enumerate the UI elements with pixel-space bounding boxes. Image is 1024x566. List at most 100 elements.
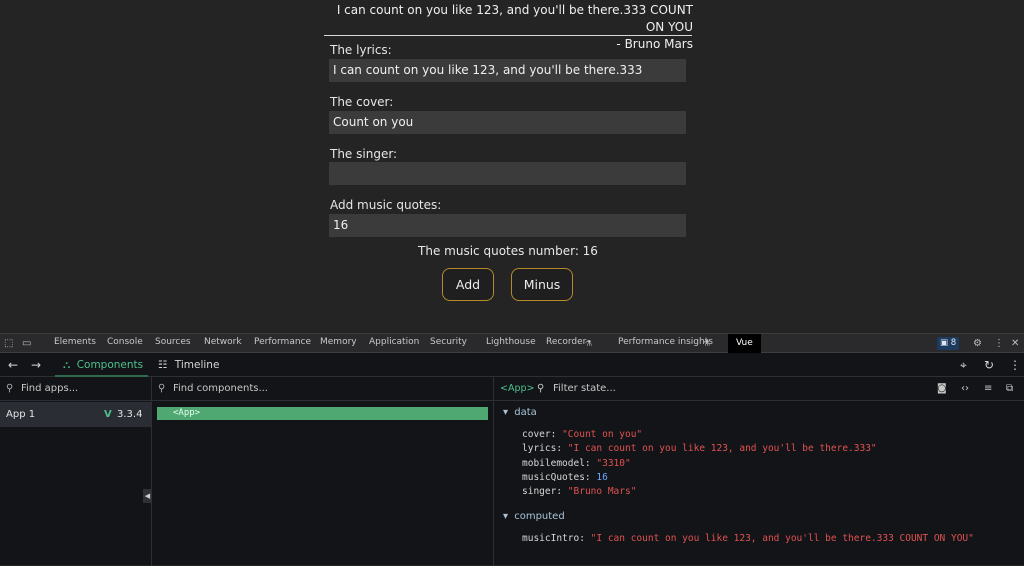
search-icon: ⚲ <box>6 383 14 394</box>
tab-recorder[interactable]: Recorder <box>546 337 586 347</box>
tab-lighthouse[interactable]: Lighthouse <box>486 337 536 347</box>
state-value: "Bruno Mars" <box>567 486 637 498</box>
tab-performance-insights[interactable]: Performance insights <box>618 337 713 347</box>
timeline-label: Timeline <box>174 359 220 371</box>
find-components-search[interactable]: ⚲ Find components... <box>152 377 493 401</box>
tab-network[interactable]: Network <box>204 337 242 347</box>
open-in-editor-icon[interactable]: ⧉ <box>1006 377 1013 401</box>
add-button[interactable]: Add <box>442 268 494 301</box>
tab-timeline[interactable]: ☷ Timeline <box>158 353 219 377</box>
flask-icon: ⚗ <box>703 339 711 348</box>
state-value: "I can count on you like 123, and you'll… <box>590 533 974 544</box>
tab-security[interactable]: Security <box>430 337 467 347</box>
key-separator: : <box>556 486 568 498</box>
quote-text: I can count on you like 123, and you'll … <box>336 3 693 34</box>
key-separator: : <box>584 471 597 483</box>
state-row[interactable]: mobilemodel: "3310" <box>522 458 631 469</box>
more-menu-icon[interactable]: ⋮ <box>1009 353 1021 377</box>
state-value: 16 <box>596 471 608 483</box>
cover-input[interactable] <box>329 111 686 134</box>
tab-components[interactable]: ⛬ Components <box>63 353 143 377</box>
app-page: I can count on you like 123, and you'll … <box>0 0 1024 333</box>
cover-label: The cover: <box>330 95 394 109</box>
more-options-icon[interactable]: ⋮ <box>994 334 1004 353</box>
select-component-icon[interactable]: ⌖ <box>960 353 967 377</box>
state-row[interactable]: cover: "Count on you" <box>522 429 642 440</box>
music-quotes-input[interactable] <box>329 214 686 237</box>
selected-component-name: <App> <box>500 383 535 394</box>
expand-arrow-icon: ▾ <box>503 407 509 418</box>
state-key: singer <box>522 486 557 498</box>
computed-heading: computed <box>514 511 565 522</box>
collapse-pane-icon[interactable]: ◀ <box>143 489 152 503</box>
minus-button[interactable]: Minus <box>511 268 573 301</box>
vue-logo-icon: V <box>104 409 112 420</box>
tab-application[interactable]: Application <box>369 337 419 347</box>
close-devtools-icon[interactable]: ✕ <box>1011 334 1019 353</box>
state-value: "I can count on you like 123, and you'll… <box>567 443 877 455</box>
find-apps-input[interactable]: Find apps... <box>21 377 78 401</box>
inspect-dom-icon[interactable]: ≡ <box>984 377 992 401</box>
expand-arrow-icon: ▾ <box>503 511 509 522</box>
tab-vue[interactable]: Vue <box>728 334 761 353</box>
state-inspector-header: <App> ⚲ Filter state... ◙ ‹› ≡ ⧉ <box>494 377 1024 401</box>
pane-divider <box>493 377 494 566</box>
data-heading: data <box>514 407 537 418</box>
issues-badge[interactable]: ▣ 8 <box>937 337 960 350</box>
tab-sources[interactable]: Sources <box>155 337 191 347</box>
pane-divider <box>151 377 152 566</box>
lyrics-input[interactable] <box>329 59 686 82</box>
quote-divider <box>324 35 692 36</box>
state-row[interactable]: musicIntro: "I can count on you like 123… <box>522 533 974 544</box>
state-value: "Count on you" <box>562 429 643 440</box>
music-quotes-count: The music quotes number: 16 <box>418 244 598 258</box>
app-name: App 1 <box>6 409 36 420</box>
singer-input[interactable] <box>329 162 686 185</box>
inspect-element-icon[interactable]: ⬚ <box>4 334 13 353</box>
forward-arrow-icon[interactable]: → <box>31 353 41 377</box>
state-key: musicIntro <box>522 533 580 544</box>
devtools-tab-bar: ⬚ ▭ Elements Console Sources Network Per… <box>0 334 1024 353</box>
tab-memory[interactable]: Memory <box>320 337 357 347</box>
tab-performance[interactable]: Performance <box>254 337 311 347</box>
music-quotes-label: Add music quotes: <box>330 198 442 212</box>
computed-section-toggle[interactable]: ▾ computed <box>503 511 565 522</box>
components-label: Components <box>76 359 144 371</box>
tab-console[interactable]: Console <box>107 337 143 347</box>
back-arrow-icon[interactable]: ← <box>8 353 18 377</box>
data-section-toggle[interactable]: ▾ data <box>503 407 537 418</box>
app-list-item[interactable]: App 1 V 3.3.4 <box>0 402 151 427</box>
state-key: mobilemodel <box>522 457 585 469</box>
singer-label: The singer: <box>330 147 398 161</box>
key-separator: : <box>579 533 591 544</box>
show-render-code-icon[interactable]: ‹› <box>961 377 969 401</box>
key-separator: : <box>584 457 597 469</box>
timeline-icon: ☷ <box>158 359 168 371</box>
filter-state-input[interactable]: Filter state... <box>553 377 616 401</box>
devtools-panel: ⬚ ▭ Elements Console Sources Network Per… <box>0 333 1024 566</box>
components-icon: ⛬ <box>63 359 71 371</box>
state-key: lyrics <box>522 443 557 455</box>
key-separator: : <box>556 443 568 455</box>
find-apps-search[interactable]: ⚲ Find apps... <box>0 377 151 401</box>
state-key: musicQuotes <box>522 471 585 483</box>
scroll-to-component-icon[interactable]: ◙ <box>937 377 947 401</box>
state-key: cover <box>522 429 551 440</box>
device-toolbar-icon[interactable]: ▭ <box>22 334 31 353</box>
lyrics-label: The lyrics: <box>330 43 392 57</box>
find-components-input[interactable]: Find components... <box>173 377 268 401</box>
vue-toolbar: ← → ⛬ Components ☷ Timeline ⌖ ↻ ⋮ <box>0 353 1024 377</box>
search-icon: ⚲ <box>158 383 166 394</box>
issues-count: 8 <box>950 338 957 348</box>
component-tree-item[interactable]: <App> <box>157 407 488 420</box>
search-icon: ⚲ <box>537 383 545 394</box>
state-row[interactable]: musicQuotes: 16 <box>522 472 608 483</box>
state-row[interactable]: singer: "Bruno Mars" <box>522 486 636 497</box>
key-separator: : <box>550 429 563 440</box>
refresh-icon[interactable]: ↻ <box>984 353 994 377</box>
settings-gear-icon[interactable]: ⚙ <box>973 334 982 353</box>
tab-elements[interactable]: Elements <box>54 337 96 347</box>
flask-icon: ⚗ <box>585 339 593 348</box>
state-value: "3310" <box>596 457 631 469</box>
state-row[interactable]: lyrics: "I can count on you like 123, an… <box>522 443 877 454</box>
